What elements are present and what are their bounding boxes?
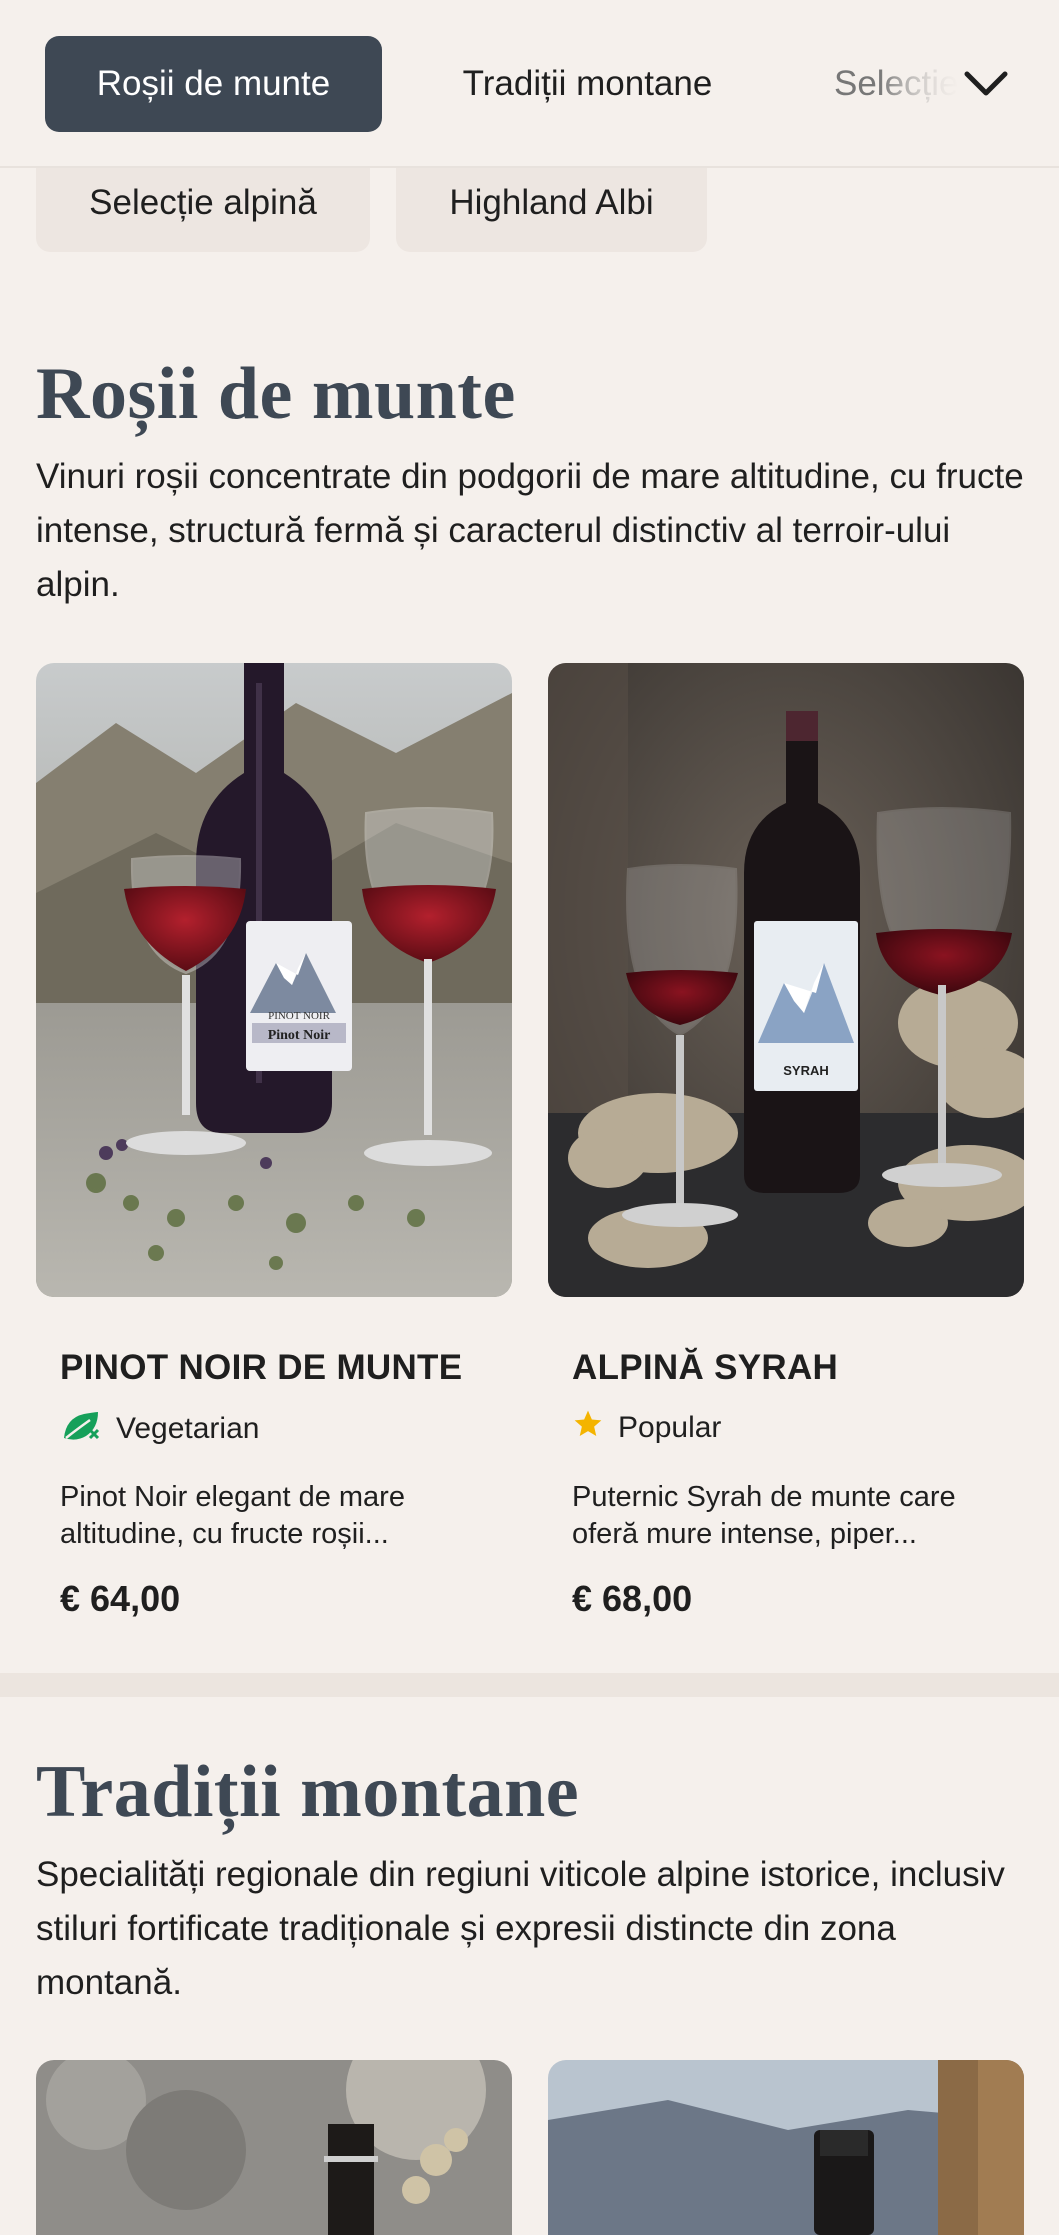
product-image[interactable]	[36, 2060, 512, 2235]
vegetarian-leaf-icon	[60, 1408, 102, 1450]
tab-rosii-de-munte[interactable]: Roșii de munte	[45, 36, 382, 132]
category-tab-bar: Roșii de munte Tradiții montane Selecție…	[0, 0, 1059, 168]
vegetarian-badge: Vegetarian	[60, 1408, 259, 1450]
popular-badge: Popular	[572, 1408, 721, 1448]
product-description: Pinot Noir elegant de mare altitudine, c…	[60, 1481, 405, 1550]
product-image[interactable]	[548, 2060, 1024, 2235]
tab-traditii-montane[interactable]: Tradiții montane	[430, 36, 745, 132]
product-name[interactable]: PINOT NOIR DE MUNTE	[60, 1348, 462, 1388]
product-name[interactable]: ALPINĂ SYRAH	[572, 1348, 838, 1388]
chevron-down-icon[interactable]	[950, 52, 1022, 116]
section-description: Vinuri roșii concentrate din podgorii de…	[36, 457, 1024, 604]
section-title: Roșii de munte	[36, 353, 516, 435]
chip-highland-albi[interactable]: Highland Albi	[396, 168, 707, 252]
section-divider	[0, 1673, 1059, 1697]
section-description: Specialități regionale din regiuni vitic…	[36, 1855, 1005, 2002]
star-icon	[572, 1408, 604, 1448]
product-image-syrah[interactable]: SYRAH	[548, 663, 1024, 1297]
product-price: € 64,00	[60, 1578, 181, 1619]
bottle-label-line1: PINOT NOIR	[268, 1010, 330, 1022]
product-image-pinot-noir[interactable]: PINOT NOIR Pinot Noir	[36, 663, 512, 1297]
product-description: Puternic Syrah de munte care oferă mure …	[572, 1481, 956, 1550]
product-price: € 68,00	[572, 1578, 693, 1619]
badge-label: Popular	[618, 1411, 722, 1444]
badge-label: Vegetarian	[116, 1412, 260, 1445]
bottle-label-syrah: SYRAH	[783, 1063, 829, 1078]
section-title: Tradiții montane	[36, 1751, 580, 1833]
chip-selectie-alpina[interactable]: Selecție alpină	[36, 168, 370, 252]
bottle-label-line2: Pinot Noir	[268, 1028, 331, 1043]
